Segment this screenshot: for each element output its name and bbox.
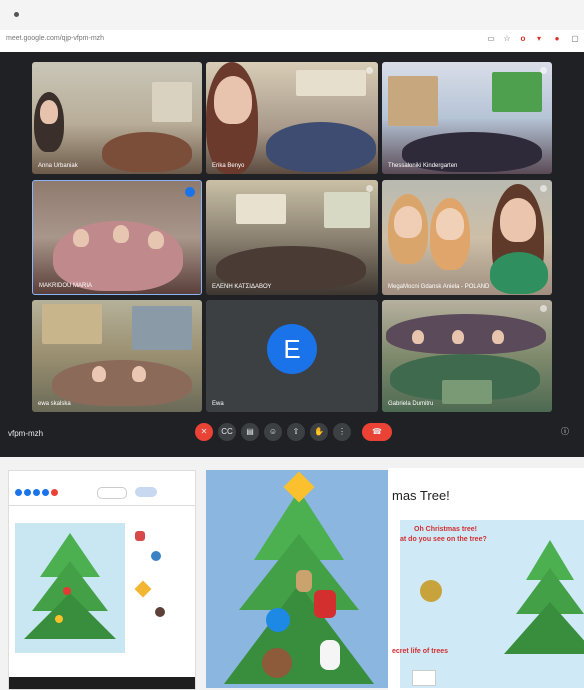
meeting-code: vfpm-mzh (8, 429, 44, 438)
participant-name: ΕΛΕΝΗ ΚΑΤΣΙΔΑΒΟΥ (212, 284, 272, 290)
screen-share-icon[interactable]: ⇧ (287, 423, 305, 441)
profile-icon[interactable]: ● (552, 34, 562, 44)
participant-tile-8[interactable]: E Ewa (206, 300, 378, 412)
toolbar-dots (15, 489, 75, 497)
cast-icon[interactable]: ▭ (486, 34, 496, 44)
captions-icon[interactable]: CC (218, 423, 236, 441)
tab-favicon-icon[interactable] (14, 12, 19, 17)
etwinning-logo (412, 670, 436, 686)
star-icon[interactable]: ☆ (502, 34, 512, 44)
toolbar-dropdown[interactable] (97, 487, 127, 499)
participant-tile-6[interactable]: MegaMocni Gdansk Aniela - POLAND (382, 180, 552, 295)
snowman-ornament-icon (320, 640, 340, 670)
raise-hand-icon[interactable]: ✋ (310, 423, 328, 441)
browser-tab-bar (0, 0, 584, 30)
participant-name: Erika Benyo (212, 163, 245, 169)
tile-more-icon[interactable] (366, 67, 373, 74)
sticker-icon[interactable] (135, 531, 145, 541)
end-call-icon[interactable]: ☎ (362, 423, 392, 441)
participant-name: MegaMocni Gdansk Aniela - POLAND (388, 284, 490, 290)
menu-icon[interactable]: ▢ (570, 34, 580, 44)
participant-tile-7[interactable]: ewa skalska (32, 300, 202, 412)
participant-tile-2[interactable]: Erika Benyo (206, 62, 378, 174)
slide-canvas[interactable] (15, 523, 125, 653)
participant-name: Ewa (212, 401, 224, 407)
shield-icon[interactable]: ▾ (534, 34, 544, 44)
tree-slide (206, 470, 392, 688)
ornament-icon (266, 608, 290, 632)
tile-more-icon[interactable] (366, 185, 373, 192)
slide-body: Oh Christmas tree! at do you see on the … (392, 520, 584, 688)
mic-off-icon[interactable]: ✕ (195, 423, 213, 441)
participant-tile-5[interactable]: ΕΛΕΝΗ ΚΑΤΣΙΔΑΒΟΥ (206, 180, 378, 295)
editor-screenshot (8, 470, 196, 690)
santa-ornament-icon (314, 590, 336, 618)
tile-more-icon[interactable] (540, 305, 547, 312)
taskbar (9, 677, 195, 689)
song-line-1: Oh Christmas tree! (414, 526, 478, 533)
extension-icon[interactable]: o (518, 34, 528, 44)
tile-more-icon[interactable] (540, 67, 547, 74)
tile-more-icon[interactable] (540, 185, 547, 192)
bunny-ornament-icon (296, 570, 312, 592)
info-icon[interactable]: ⓘ (556, 423, 574, 441)
more-icon[interactable]: ⋮ (333, 423, 351, 441)
participant-tile-9[interactable]: Gabriela Dumitru (382, 300, 552, 412)
present-icon[interactable]: ▤ (241, 423, 259, 441)
participant-name: ewa skalska (38, 401, 71, 407)
emoji-icon[interactable]: ☺ (264, 423, 282, 441)
url-text[interactable]: meet.google.com/qjp-vfpm-mzh (6, 35, 104, 42)
participant-tile-4-active[interactable]: MAKRIDOU MARIA (32, 180, 202, 295)
sticker-icon[interactable] (155, 607, 165, 617)
participant-tile-3[interactable]: Thessaloniki Kindergarten (382, 62, 552, 174)
participant-name: Anna Urbaniak (38, 163, 78, 169)
reindeer-ornament-icon (262, 648, 292, 678)
song-slide: mas Tree! Oh Christmas tree! at do you s… (388, 468, 584, 690)
share-button[interactable] (135, 487, 157, 497)
sticker-icon[interactable] (134, 580, 152, 598)
bauble-icon (420, 580, 442, 602)
slide-title: mas Tree! (392, 488, 450, 503)
avatar: E (267, 324, 317, 374)
speaking-indicator-icon (185, 187, 195, 197)
participant-tile-1[interactable]: Anna Urbaniak (32, 62, 202, 174)
slide-bottom-text: ecret life of trees (392, 648, 449, 655)
participant-name: Gabriela Dumitru (388, 401, 434, 407)
participant-name: Thessaloniki Kindergarten (388, 163, 458, 169)
participant-name: MAKRIDOU MARIA (39, 283, 93, 289)
song-line-2: at do you see on the tree? (400, 536, 487, 543)
sticker-icon[interactable] (151, 551, 161, 561)
